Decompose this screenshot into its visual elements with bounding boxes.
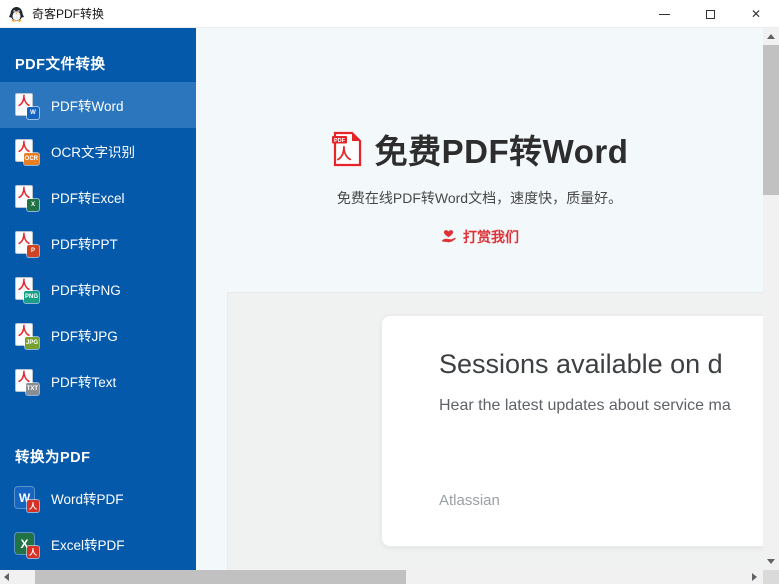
heart-in-hand-icon [440, 229, 457, 245]
title-bar: 奇客PDF转换 ✕ [0, 0, 779, 28]
page-title: 免费PDF转Word [375, 125, 629, 173]
close-icon: ✕ [751, 8, 761, 20]
app-window: 奇客PDF转换 ✕ PDF文件转换 人 W PDF转Word 人 OCR OCR… [0, 0, 779, 584]
sidebar-item-pdf-to-jpg[interactable]: 人 JPG PDF转JPG [0, 312, 196, 358]
svg-text:PDF: PDF [334, 138, 346, 144]
scrollbar-corner [763, 570, 779, 584]
excel-to-pdf-icon: X 人 [14, 531, 38, 557]
main-content: PDF 人 免费PDF转Word 免费在线PDF转Word文档，速度快，质量好。… [196, 28, 763, 570]
sidebar-item-excel-to-pdf[interactable]: X 人 Excel转PDF [0, 521, 196, 567]
scroll-up-icon[interactable] [767, 34, 775, 39]
horizontal-scrollbar[interactable] [0, 570, 763, 584]
sidebar-item-pdf-to-word[interactable]: 人 W PDF转Word [0, 82, 196, 128]
horizontal-scrollbar-thumb[interactable] [35, 570, 406, 584]
pdf-to-word-icon: 人 W [14, 92, 38, 118]
sidebar-item-label: PDF转Text [51, 371, 116, 391]
sidebar-item-word-to-pdf[interactable]: W 人 Word转PDF [0, 475, 196, 521]
donate-link[interactable]: 打赏我们 [440, 227, 519, 247]
sidebar-item-label: Excel转PDF [51, 534, 125, 554]
minimize-button[interactable] [641, 0, 687, 28]
vertical-scrollbar[interactable] [763, 28, 779, 570]
scroll-left-icon[interactable] [4, 573, 9, 581]
window-title: 奇客PDF转换 [32, 5, 104, 22]
sidebar-item-label: PDF转JPG [51, 325, 118, 345]
page-subtitle: 免费在线PDF转Word文档，速度快，质量好。 [196, 188, 763, 208]
sidebar-item-label: PDF转Excel [51, 187, 125, 207]
sidebar-item-ocr[interactable]: 人 OCR OCR文字识别 [0, 128, 196, 174]
minimize-icon [659, 14, 670, 15]
hero-section: PDF 人 免费PDF转Word 免费在线PDF转Word文档，速度快，质量好。… [196, 125, 763, 250]
app-logo-penguin-icon [8, 5, 25, 22]
ad-advertiser: Atlassian [439, 492, 500, 509]
sidebar-item-label: PDF转Word [51, 95, 124, 115]
close-button[interactable]: ✕ [733, 0, 779, 28]
scroll-down-icon[interactable] [767, 559, 775, 564]
svg-text:人: 人 [336, 146, 352, 163]
sidebar-section-to-pdf: 转换为PDF [0, 404, 196, 475]
pdf-to-jpg-icon: 人 JPG [14, 322, 38, 348]
ocr-icon: 人 OCR [14, 138, 38, 164]
sidebar-item-pdf-to-text[interactable]: 人 TXT PDF转Text [0, 358, 196, 404]
maximize-icon [706, 10, 715, 19]
sidebar-item-pdf-to-ppt[interactable]: 人 P PDF转PPT [0, 220, 196, 266]
sidebar-item-label: PDF转PNG [51, 279, 121, 299]
pdf-to-text-icon: 人 TXT [14, 368, 38, 394]
pdf-to-png-icon: 人 PNG [14, 276, 38, 302]
sidebar-item-label: OCR文字识别 [51, 141, 135, 161]
ad-title: Sessions available on d [439, 349, 763, 380]
sidebar: PDF文件转换 人 W PDF转Word 人 OCR OCR文字识别 人 X P… [0, 28, 196, 570]
word-to-pdf-icon: W 人 [14, 485, 38, 511]
ad-panel: Sessions available on d Hear the latest … [227, 292, 763, 570]
pdf-to-excel-icon: 人 X [14, 184, 38, 210]
window-controls: ✕ [641, 0, 779, 28]
pdf-to-ppt-icon: 人 P [14, 230, 38, 256]
sidebar-item-label: PDF转PPT [51, 233, 118, 253]
sidebar-item-label: Word转PDF [51, 488, 124, 508]
sidebar-item-pdf-to-png[interactable]: 人 PNG PDF转PNG [0, 266, 196, 312]
donate-label: 打赏我们 [463, 227, 519, 247]
scroll-right-icon[interactable] [752, 573, 757, 581]
sidebar-item-pdf-to-excel[interactable]: 人 X PDF转Excel [0, 174, 196, 220]
ad-description: Hear the latest updates about service ma [439, 397, 763, 415]
maximize-button[interactable] [687, 0, 733, 28]
ad-card[interactable]: Sessions available on d Hear the latest … [381, 315, 763, 547]
vertical-scrollbar-thumb[interactable] [763, 45, 779, 195]
sidebar-section-pdf-convert: PDF文件转换 [0, 28, 196, 82]
pdf-file-icon: PDF 人 [331, 131, 362, 167]
